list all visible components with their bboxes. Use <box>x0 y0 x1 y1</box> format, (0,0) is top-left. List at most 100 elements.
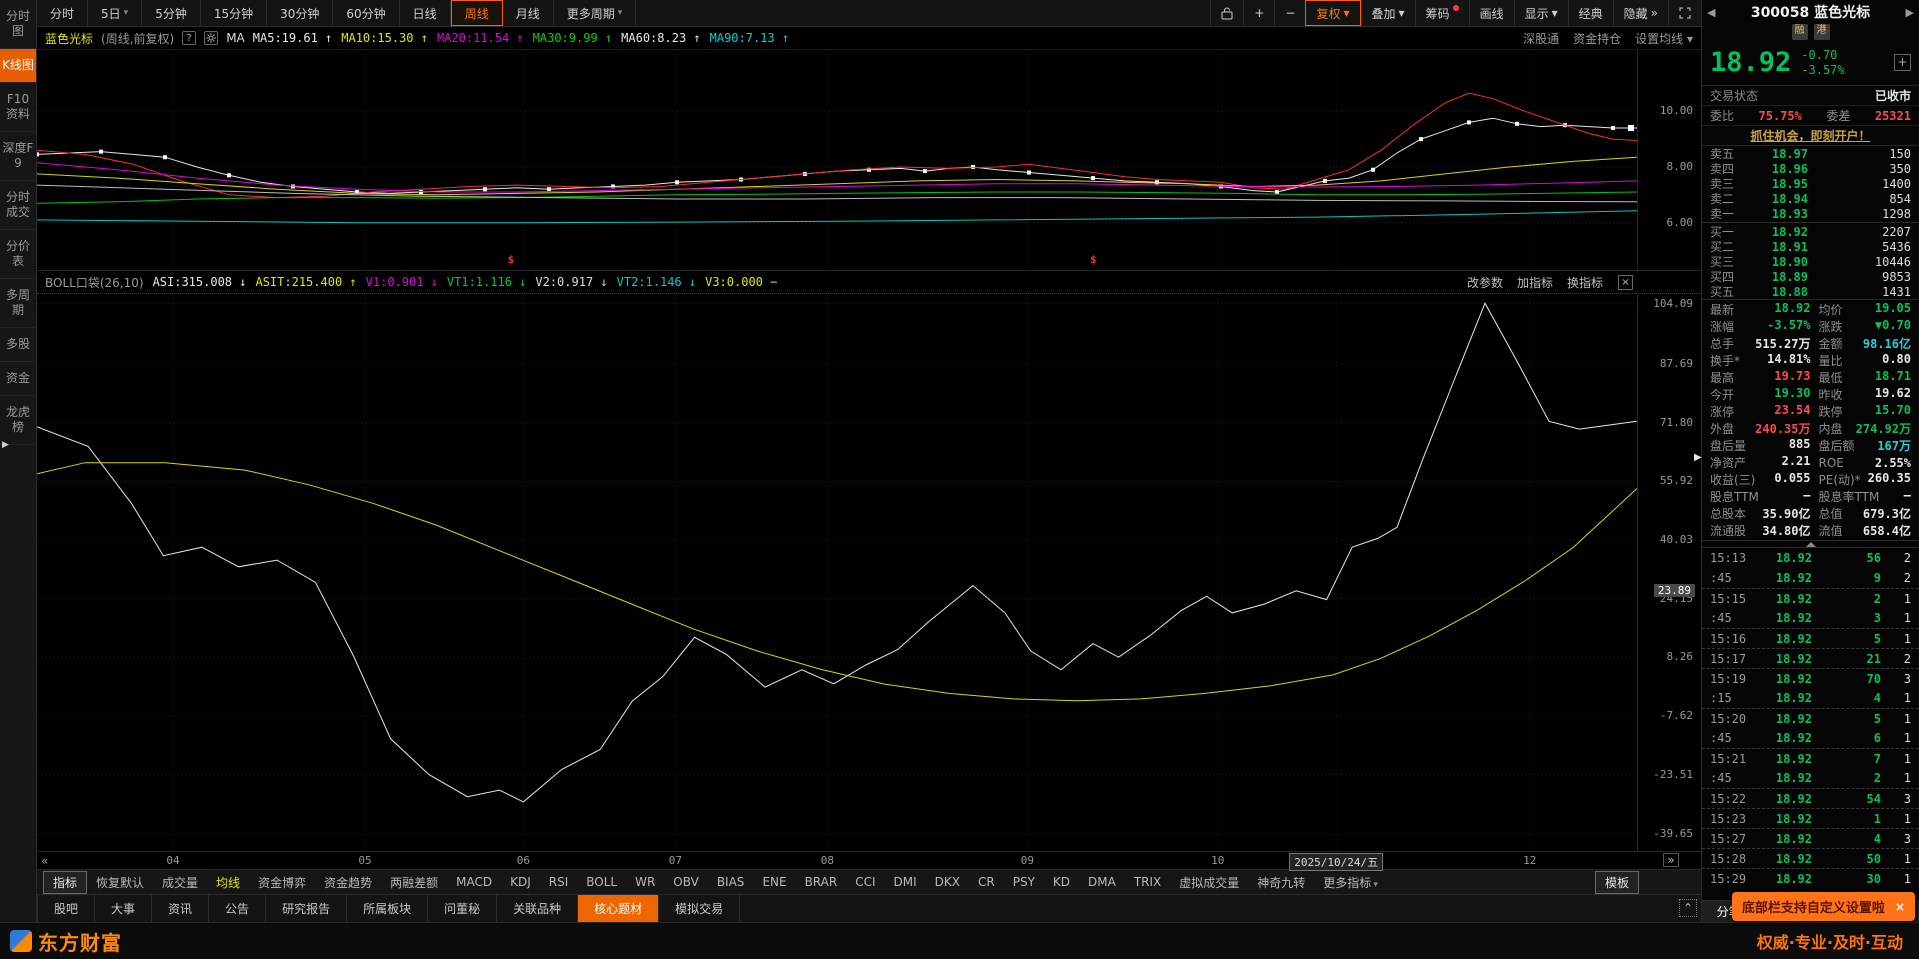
indicator-button-资金趋势[interactable]: 资金趋势 <box>315 872 381 893</box>
period-tab-15分钟[interactable]: 15分钟 <box>201 0 268 26</box>
indicator-button-虚拟成交量[interactable]: 虚拟成交量 <box>1170 872 1248 893</box>
indicator-button-恢复默认[interactable]: 恢复默认 <box>87 872 153 893</box>
content-tab-核心题材[interactable]: 核心题材 <box>578 895 660 922</box>
tool-叠加[interactable]: 叠加 ▾ <box>1360 0 1415 26</box>
indicator-button-ENE[interactable]: ENE <box>753 873 795 891</box>
kline-chart[interactable]: 10.00 8.00 6.00 $ $ <box>37 50 1701 271</box>
sidebar-item-分价表[interactable]: 分价表 <box>0 230 36 279</box>
period-tab-日线[interactable]: 日线 <box>400 0 451 26</box>
tooltip-close-icon[interactable]: × <box>1895 900 1905 914</box>
period-tab-5分钟[interactable]: 5分钟 <box>142 0 201 26</box>
tool-画线[interactable]: 画线 <box>1468 0 1514 26</box>
period-tab-60分钟[interactable]: 60分钟 <box>333 0 400 26</box>
ma-link-设置均线[interactable]: 设置均线 ▾ <box>1635 30 1693 47</box>
indicator-button-PSY[interactable]: PSY <box>1004 873 1044 891</box>
indicator-button-两融差额[interactable]: 两融差额 <box>381 872 447 893</box>
indicator-button-RSI[interactable]: RSI <box>540 873 578 891</box>
period-tab-5日[interactable]: 5日 ▾ <box>88 0 143 26</box>
content-tab-公告[interactable]: 公告 <box>209 895 267 922</box>
panel-drag-handle[interactable] <box>1702 540 1919 548</box>
content-tab-资讯[interactable]: 资讯 <box>152 895 210 922</box>
indicator-button-指标[interactable]: 指标 <box>43 870 88 894</box>
indicator-button-均线[interactable]: 均线 <box>207 872 249 893</box>
indicator-button-KDJ[interactable]: KDJ <box>501 873 540 891</box>
content-tab-大事[interactable]: 大事 <box>95 895 153 922</box>
indicator-action-换指标[interactable]: 换指标 <box>1567 274 1603 291</box>
close-indicator-icon[interactable]: × <box>1618 274 1633 290</box>
indicator-button-DMI[interactable]: DMI <box>885 873 926 891</box>
tick-count: 3 <box>1903 831 1911 846</box>
period-tab-月线[interactable]: 月线 <box>503 0 554 26</box>
indicator-button-BOLL[interactable]: BOLL <box>577 873 626 891</box>
sidebar-item-龙虎榜[interactable]: 龙虎榜 <box>0 396 36 445</box>
content-tab-所属板块[interactable]: 所属板块 <box>347 895 429 922</box>
ma-link-深股通[interactable]: 深股通 <box>1523 30 1559 47</box>
indicator-button-模板[interactable]: 模板 <box>1594 870 1639 894</box>
expand-right-icon[interactable]: » <box>1663 853 1679 867</box>
period-tabs-bar: 分时 5日 ▾ 5分钟 15分钟 30分钟 60分钟 日线 周线 月线 更多周期 ▾ + − 复权 ▾ 叠加 ▾ 筹… <box>37 0 1701 27</box>
indicator-action-改参数[interactable]: 改参数 <box>1467 274 1503 291</box>
indicator-action-加指标[interactable]: 加指标 <box>1517 274 1553 291</box>
indicator-chart[interactable]: 104.09 87.69 71.80 55.92 40.03 24.15 8.26 -7.62… <box>37 294 1701 852</box>
period-tab-周线[interactable]: 周线 <box>450 0 503 26</box>
sidebar-item-F10资料[interactable]: F10资料 <box>0 83 36 132</box>
prev-stock-icon[interactable]: ◀ <box>1707 6 1715 19</box>
tool-−[interactable]: − <box>1274 0 1305 26</box>
sidebar-collapse-handle-icon[interactable]: ▶ <box>2 440 9 450</box>
stat-label: 涨幅 <box>1710 320 1735 334</box>
indicator-button-TRIX[interactable]: TRIX <box>1125 873 1170 891</box>
center-column: 分时 5日 ▾ 5分钟 15分钟 30分钟 60分钟 日线 周线 月线 更多周期 ▾ + − 复权 ▾ 叠加 ▾ 筹… <box>37 0 1701 922</box>
tool-经典[interactable]: 经典 <box>1567 0 1613 26</box>
indicator-button-KD[interactable]: KD <box>1044 873 1079 891</box>
right-panel-collapse-icon[interactable]: ▶ <box>1694 452 1702 463</box>
sidebar-item-多周期[interactable]: 多周期 <box>0 279 36 328</box>
indicator-button-成交量[interactable]: 成交量 <box>153 872 207 893</box>
gear-icon[interactable] <box>204 31 219 45</box>
indicator-value: ASI:315.008 ↓ <box>152 275 247 289</box>
time-and-sales-list[interactable]: 15:13 18.92 56 2:45 18.92 9 2 15:15 18.92 2 1:45 18… <box>1702 548 1919 900</box>
sidebar-item-分时图[interactable]: 分时图 <box>0 0 36 49</box>
indicator-button-WR[interactable]: WR <box>626 873 664 891</box>
content-tab-研究报告[interactable]: 研究报告 <box>266 895 348 922</box>
indicator-button-BIAS[interactable]: BIAS <box>708 873 754 891</box>
tool-复权[interactable]: 复权 ▾ <box>1305 0 1361 26</box>
content-tab-关联品种[interactable]: 关联品种 <box>497 895 579 922</box>
sidebar-item-多股[interactable]: 多股 <box>0 328 36 362</box>
footer-slogan: 权威·专业·及时·互动 <box>1756 933 1903 952</box>
period-tab-30分钟[interactable]: 30分钟 <box>267 0 334 26</box>
tool-筹码[interactable]: 筹码 <box>1414 0 1469 26</box>
order-volume: 9853 <box>1882 269 1911 284</box>
sidebar-item-K线图[interactable]: K线图 <box>0 49 36 83</box>
stats-cell: 总股本 35.90亿 <box>1710 505 1811 522</box>
scroll-left-icon[interactable]: « <box>41 854 48 868</box>
content-tab-问董秘[interactable]: 问董秘 <box>428 895 498 922</box>
collapse-up-icon[interactable]: ⌃ <box>1679 899 1697 917</box>
indicator-button-DMA[interactable]: DMA <box>1079 873 1125 891</box>
open-account-link[interactable]: 抓住机会，即刻开户！ <box>1750 127 1870 144</box>
add-to-watchlist-button[interactable]: + <box>1894 54 1911 71</box>
lock-icon[interactable] <box>1210 0 1243 26</box>
tool-+[interactable]: + <box>1243 0 1274 26</box>
indicator-button-神奇九转[interactable]: 神奇九转 <box>1248 872 1314 893</box>
period-tab-分时[interactable]: 分时 <box>37 0 89 26</box>
tool-显示[interactable]: 显示 ▾ <box>1513 0 1568 26</box>
indicator-button-CR[interactable]: CR <box>969 873 1004 891</box>
content-tab-股吧[interactable]: 股吧 <box>37 895 96 922</box>
indicator-button-OBV[interactable]: OBV <box>664 873 708 891</box>
indicator-button-更多指标[interactable]: 更多指标 ▾ <box>1314 872 1387 893</box>
indicator-button-BRAR[interactable]: BRAR <box>796 873 847 891</box>
period-tab-更多周期[interactable]: 更多周期 ▾ <box>554 0 637 26</box>
indicator-button-MACD[interactable]: MACD <box>447 873 501 891</box>
fullscreen-icon[interactable] <box>1668 0 1701 26</box>
help-icon[interactable]: ? <box>182 31 197 45</box>
next-stock-icon[interactable]: ▶ <box>1906 6 1914 19</box>
sidebar-item-资金[interactable]: 资金 <box>0 362 36 396</box>
tool-隐藏[interactable]: 隐藏» <box>1612 0 1668 26</box>
indicator-button-DKX[interactable]: DKX <box>926 873 969 891</box>
content-tab-模拟交易[interactable]: 模拟交易 <box>659 895 741 922</box>
indicator-button-CCI[interactable]: CCI <box>846 873 884 891</box>
indicator-button-资金博弈[interactable]: 资金博弈 <box>249 872 315 893</box>
sidebar-item-分时成交[interactable]: 分时成交 <box>0 181 36 230</box>
sidebar-item-深度F9[interactable]: 深度F9 <box>0 132 36 181</box>
ma-link-资金持仓[interactable]: 资金持仓 <box>1573 30 1621 47</box>
